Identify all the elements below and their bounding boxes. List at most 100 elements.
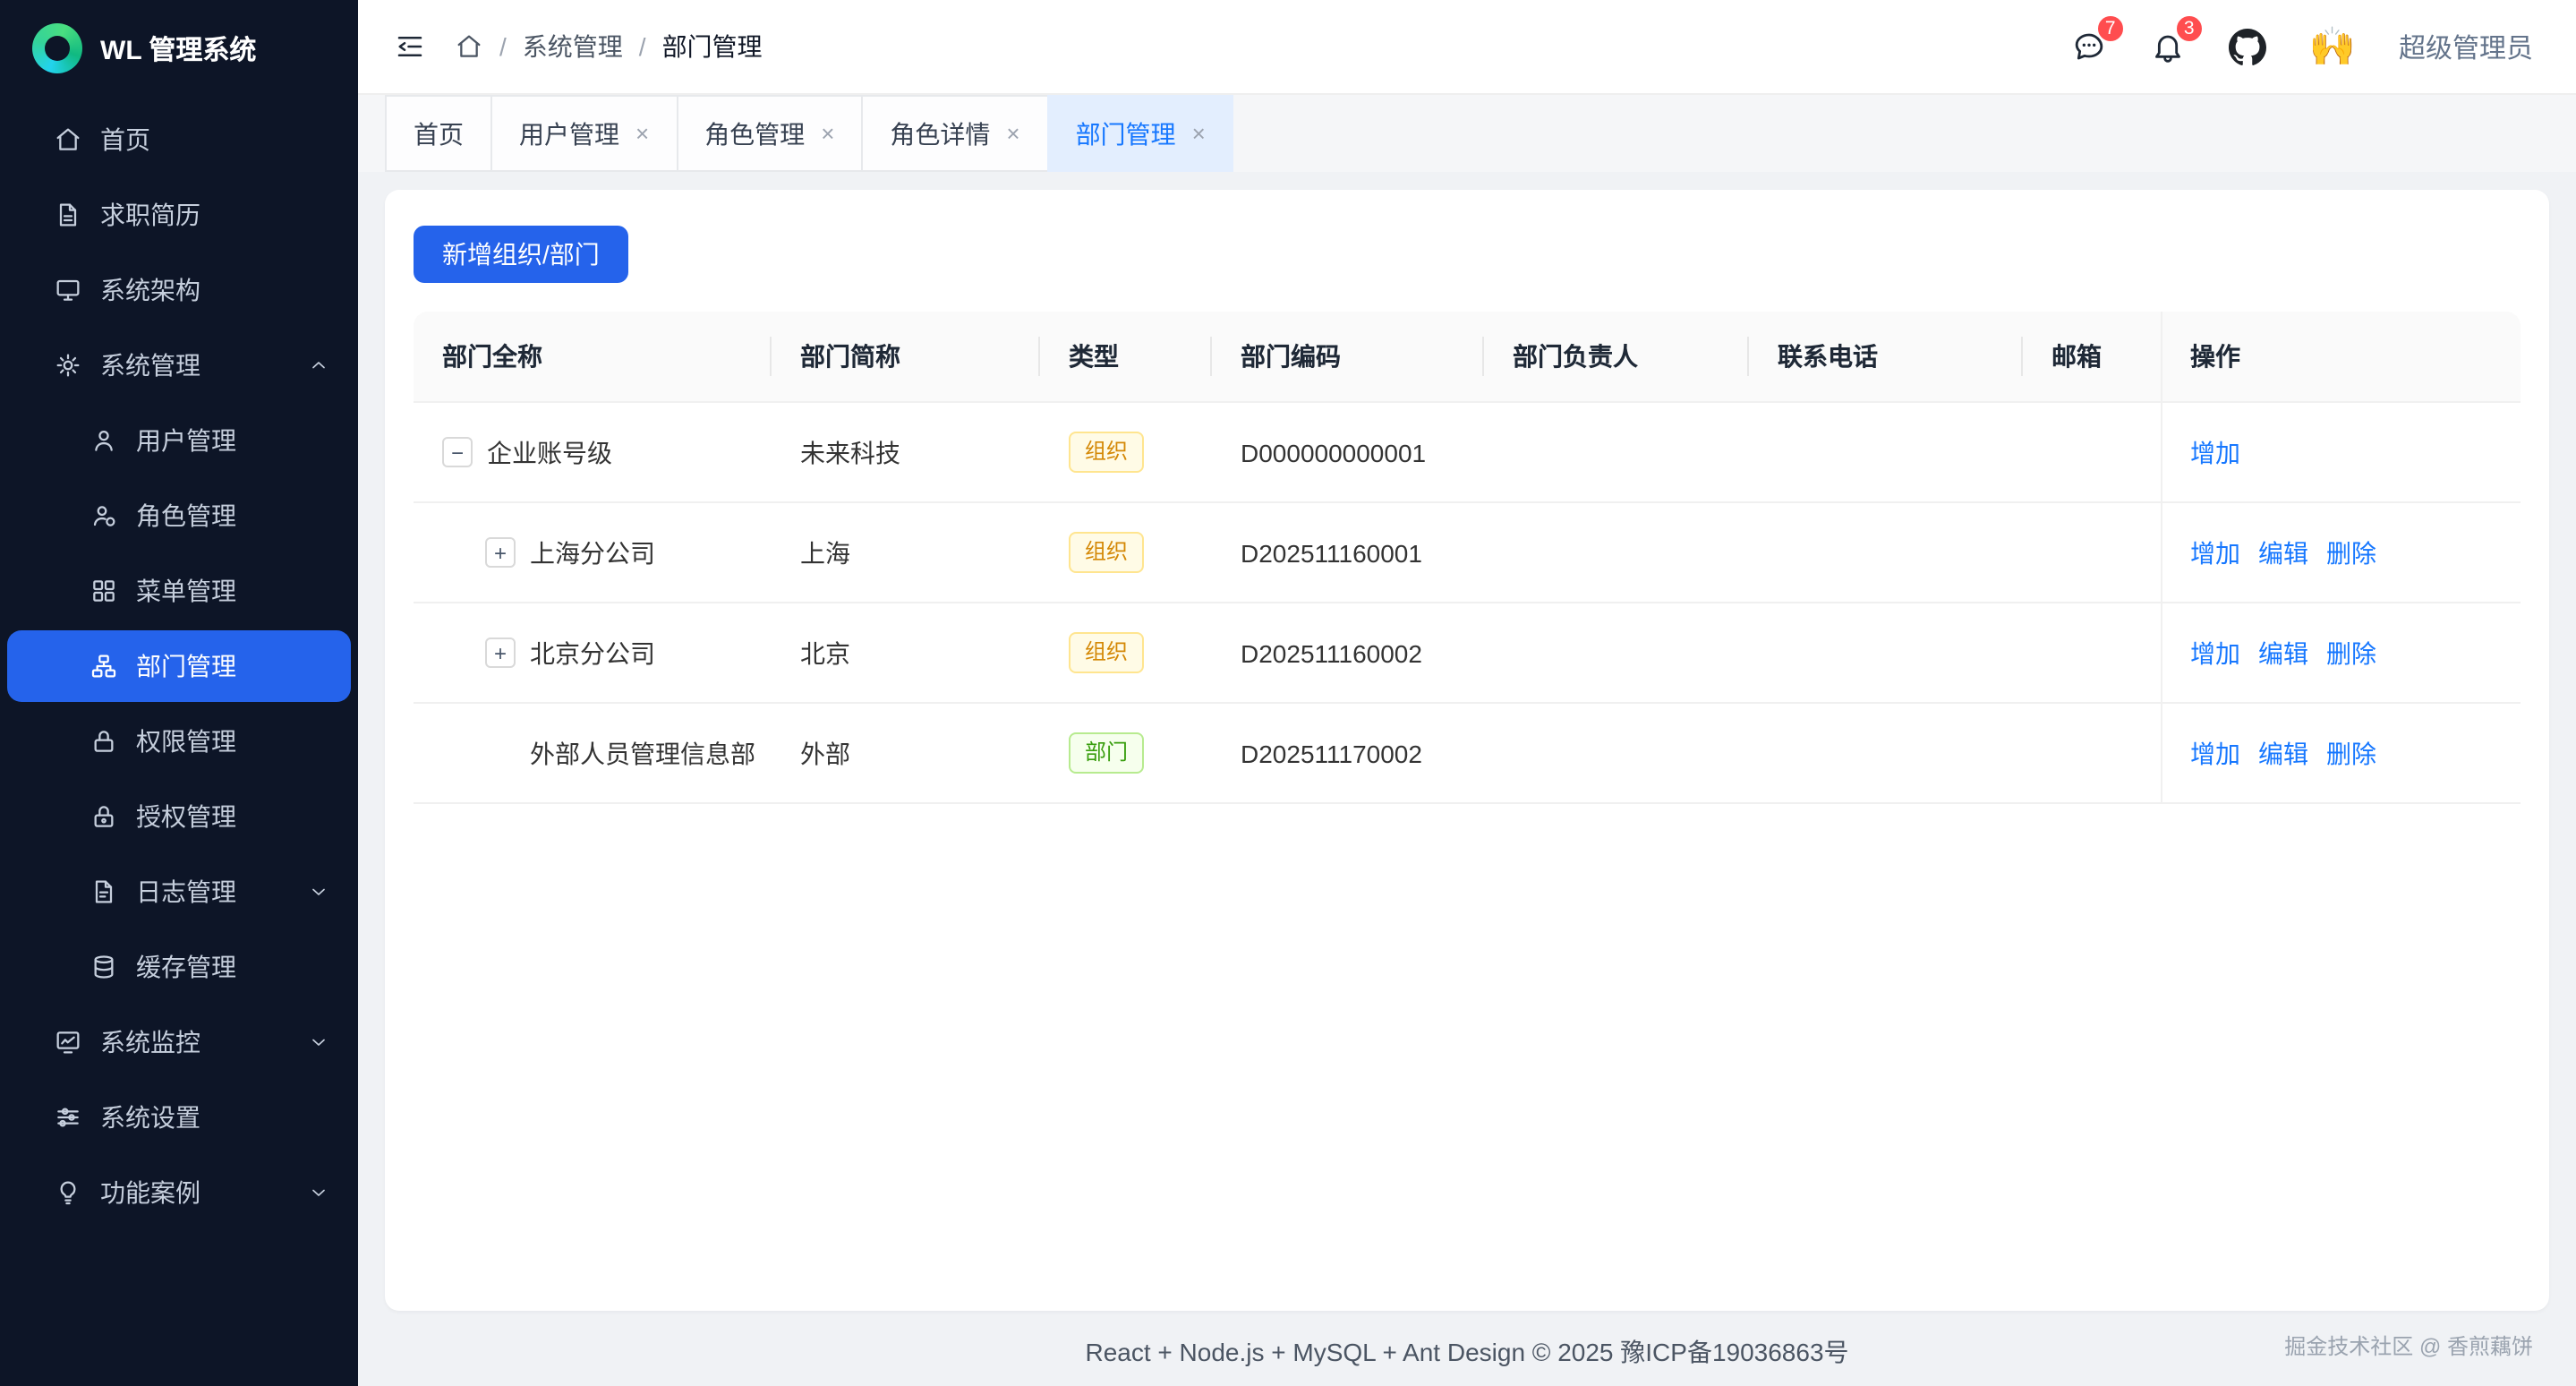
tab-role-management[interactable]: 角色管理 × bbox=[676, 95, 863, 172]
sidebar-menu: 首页 求职简历 系统架构 系统管理 用户管理 角色管理 bbox=[0, 97, 358, 1386]
sidebar-item-label: 系统监控 bbox=[100, 1024, 200, 1060]
department-email bbox=[2023, 603, 2161, 703]
sidebar-group-system-management[interactable]: 系统管理 bbox=[7, 329, 351, 401]
close-icon[interactable]: × bbox=[1192, 122, 1206, 145]
collapse-row-button[interactable]: − bbox=[442, 437, 473, 467]
department-code: D202511170002 bbox=[1212, 703, 1484, 803]
delete-action-link[interactable]: 删除 bbox=[2326, 735, 2376, 771]
user-name[interactable]: 超级管理员 bbox=[2399, 28, 2533, 65]
sidebar-group-feature-examples[interactable]: 功能案例 bbox=[7, 1157, 351, 1228]
breadcrumb-separator: / bbox=[639, 32, 646, 61]
collapse-sidebar-icon[interactable] bbox=[394, 30, 426, 63]
open-tabs-bar: 首页 用户管理 × 角色管理 × 角色详情 × 部门管理 × bbox=[358, 95, 2576, 172]
column-header-email: 邮箱 bbox=[2023, 312, 2161, 402]
home-icon[interactable] bbox=[455, 32, 483, 61]
column-header-leader: 部门负责人 bbox=[1484, 312, 1749, 402]
sidebar-item-label: 首页 bbox=[100, 122, 150, 158]
sidebar-item-user-management[interactable]: 用户管理 bbox=[7, 405, 351, 476]
page-content: 新增组织/部门 部门全称 部门简称 类型 部门编码 bbox=[358, 172, 2576, 1386]
add-action-link[interactable]: 增加 bbox=[2190, 535, 2240, 570]
tab-label: 角色详情 bbox=[890, 116, 990, 151]
sidebar-item-menu-management[interactable]: 菜单管理 bbox=[7, 555, 351, 627]
add-action-link[interactable]: 增加 bbox=[2190, 735, 2240, 771]
messages-button[interactable]: 7 bbox=[2071, 29, 2107, 64]
department-name: 北京分公司 bbox=[530, 635, 655, 671]
sidebar-item-label: 授权管理 bbox=[136, 799, 236, 834]
monitor-icon bbox=[54, 276, 82, 304]
sidebar-item-label: 系统架构 bbox=[100, 272, 200, 308]
sidebar-item-cache-management[interactable]: 缓存管理 bbox=[7, 931, 351, 1003]
department-phone bbox=[1749, 603, 2023, 703]
breadcrumb-separator: / bbox=[499, 32, 507, 61]
add-action-link[interactable]: 增加 bbox=[2190, 635, 2240, 671]
chevron-down-icon bbox=[308, 1031, 329, 1053]
edit-action-link[interactable]: 编辑 bbox=[2258, 735, 2308, 771]
expand-row-button[interactable]: + bbox=[485, 537, 516, 568]
sidebar-item-home[interactable]: 首页 bbox=[7, 104, 351, 175]
department-leader bbox=[1484, 502, 1749, 603]
notifications-button[interactable]: 3 bbox=[2150, 29, 2186, 64]
user-avatar[interactable]: 🙌 bbox=[2309, 28, 2356, 65]
org-chart-icon bbox=[90, 652, 118, 680]
column-header-code: 部门编码 bbox=[1212, 312, 1484, 402]
sidebar-item-label: 用户管理 bbox=[136, 423, 236, 458]
sidebar-item-label: 缓存管理 bbox=[136, 949, 236, 985]
chevron-up-icon bbox=[308, 355, 329, 376]
department-code: D202511160001 bbox=[1212, 502, 1484, 603]
tab-label: 部门管理 bbox=[1076, 116, 1176, 151]
column-header-phone: 联系电话 bbox=[1749, 312, 2023, 402]
table-header-row: 部门全称 部门简称 类型 部门编码 部门负责人 联系电话 邮箱 操作 bbox=[414, 312, 2521, 402]
department-leader bbox=[1484, 603, 1749, 703]
close-icon[interactable]: × bbox=[821, 122, 834, 145]
department-name: 上海分公司 bbox=[530, 535, 655, 570]
add-action-link[interactable]: 增加 bbox=[2190, 434, 2240, 470]
sidebar-item-role-management[interactable]: 角色管理 bbox=[7, 480, 351, 552]
sidebar-item-authorization-management[interactable]: 授权管理 bbox=[7, 781, 351, 852]
table-row: + 上海分公司 上海 组织 D202511160001 bbox=[414, 502, 2521, 603]
department-phone bbox=[1749, 402, 2023, 502]
grid-icon bbox=[90, 577, 118, 605]
sidebar-item-label: 系统设置 bbox=[100, 1099, 200, 1135]
sidebar-group-log-management[interactable]: 日志管理 bbox=[7, 856, 351, 928]
add-department-button[interactable]: 新增组织/部门 bbox=[414, 226, 628, 283]
tab-role-details[interactable]: 角色详情 × bbox=[861, 95, 1048, 172]
type-tag: 组织 bbox=[1069, 532, 1144, 573]
tab-department-management[interactable]: 部门管理 × bbox=[1047, 95, 1234, 172]
sidebar-item-label: 权限管理 bbox=[136, 723, 236, 759]
department-table: 部门全称 部门简称 类型 部门编码 部门负责人 联系电话 邮箱 操作 bbox=[414, 312, 2521, 804]
sidebar-group-system-monitoring[interactable]: 系统监控 bbox=[7, 1006, 351, 1078]
column-header-short-name: 部门简称 bbox=[772, 312, 1040, 402]
edit-action-link[interactable]: 编辑 bbox=[2258, 535, 2308, 570]
department-short-name: 未来科技 bbox=[772, 402, 1040, 502]
breadcrumb-current: 部门管理 bbox=[662, 29, 763, 64]
sidebar-item-label: 系统管理 bbox=[100, 347, 200, 383]
database-icon bbox=[90, 953, 118, 981]
breadcrumb-item[interactable]: 系统管理 bbox=[523, 29, 623, 64]
sidebar-item-system-settings[interactable]: 系统设置 bbox=[7, 1082, 351, 1153]
close-icon[interactable]: × bbox=[1006, 122, 1019, 145]
tab-user-management[interactable]: 用户管理 × bbox=[490, 95, 678, 172]
app-title: WL 管理系统 bbox=[100, 30, 256, 67]
sidebar-item-permission-management[interactable]: 权限管理 bbox=[7, 706, 351, 777]
message-badge: 7 bbox=[2096, 14, 2125, 43]
type-tag: 组织 bbox=[1069, 632, 1144, 673]
github-icon[interactable] bbox=[2229, 28, 2266, 65]
department-email bbox=[2023, 402, 2161, 502]
sidebar-item-resume[interactable]: 求职简历 bbox=[7, 179, 351, 251]
sidebar-item-label: 角色管理 bbox=[136, 498, 236, 534]
edit-action-link[interactable]: 编辑 bbox=[2258, 635, 2308, 671]
tab-home[interactable]: 首页 bbox=[385, 95, 492, 172]
monitor-chart-icon bbox=[54, 1028, 82, 1057]
sidebar-item-architecture[interactable]: 系统架构 bbox=[7, 254, 351, 326]
sidebar-item-department-management[interactable]: 部门管理 bbox=[7, 630, 351, 702]
expand-row-button[interactable]: + bbox=[485, 637, 516, 668]
column-header-full-name: 部门全称 bbox=[414, 312, 772, 402]
department-name: 企业账号级 bbox=[487, 434, 612, 470]
sidebar-item-label: 求职简历 bbox=[100, 197, 200, 233]
close-icon[interactable]: × bbox=[635, 122, 649, 145]
type-tag: 组织 bbox=[1069, 432, 1144, 473]
department-panel: 新增组织/部门 部门全称 部门简称 类型 部门编码 bbox=[385, 190, 2549, 1311]
column-header-actions: 操作 bbox=[2161, 312, 2521, 402]
delete-action-link[interactable]: 删除 bbox=[2326, 535, 2376, 570]
delete-action-link[interactable]: 删除 bbox=[2326, 635, 2376, 671]
